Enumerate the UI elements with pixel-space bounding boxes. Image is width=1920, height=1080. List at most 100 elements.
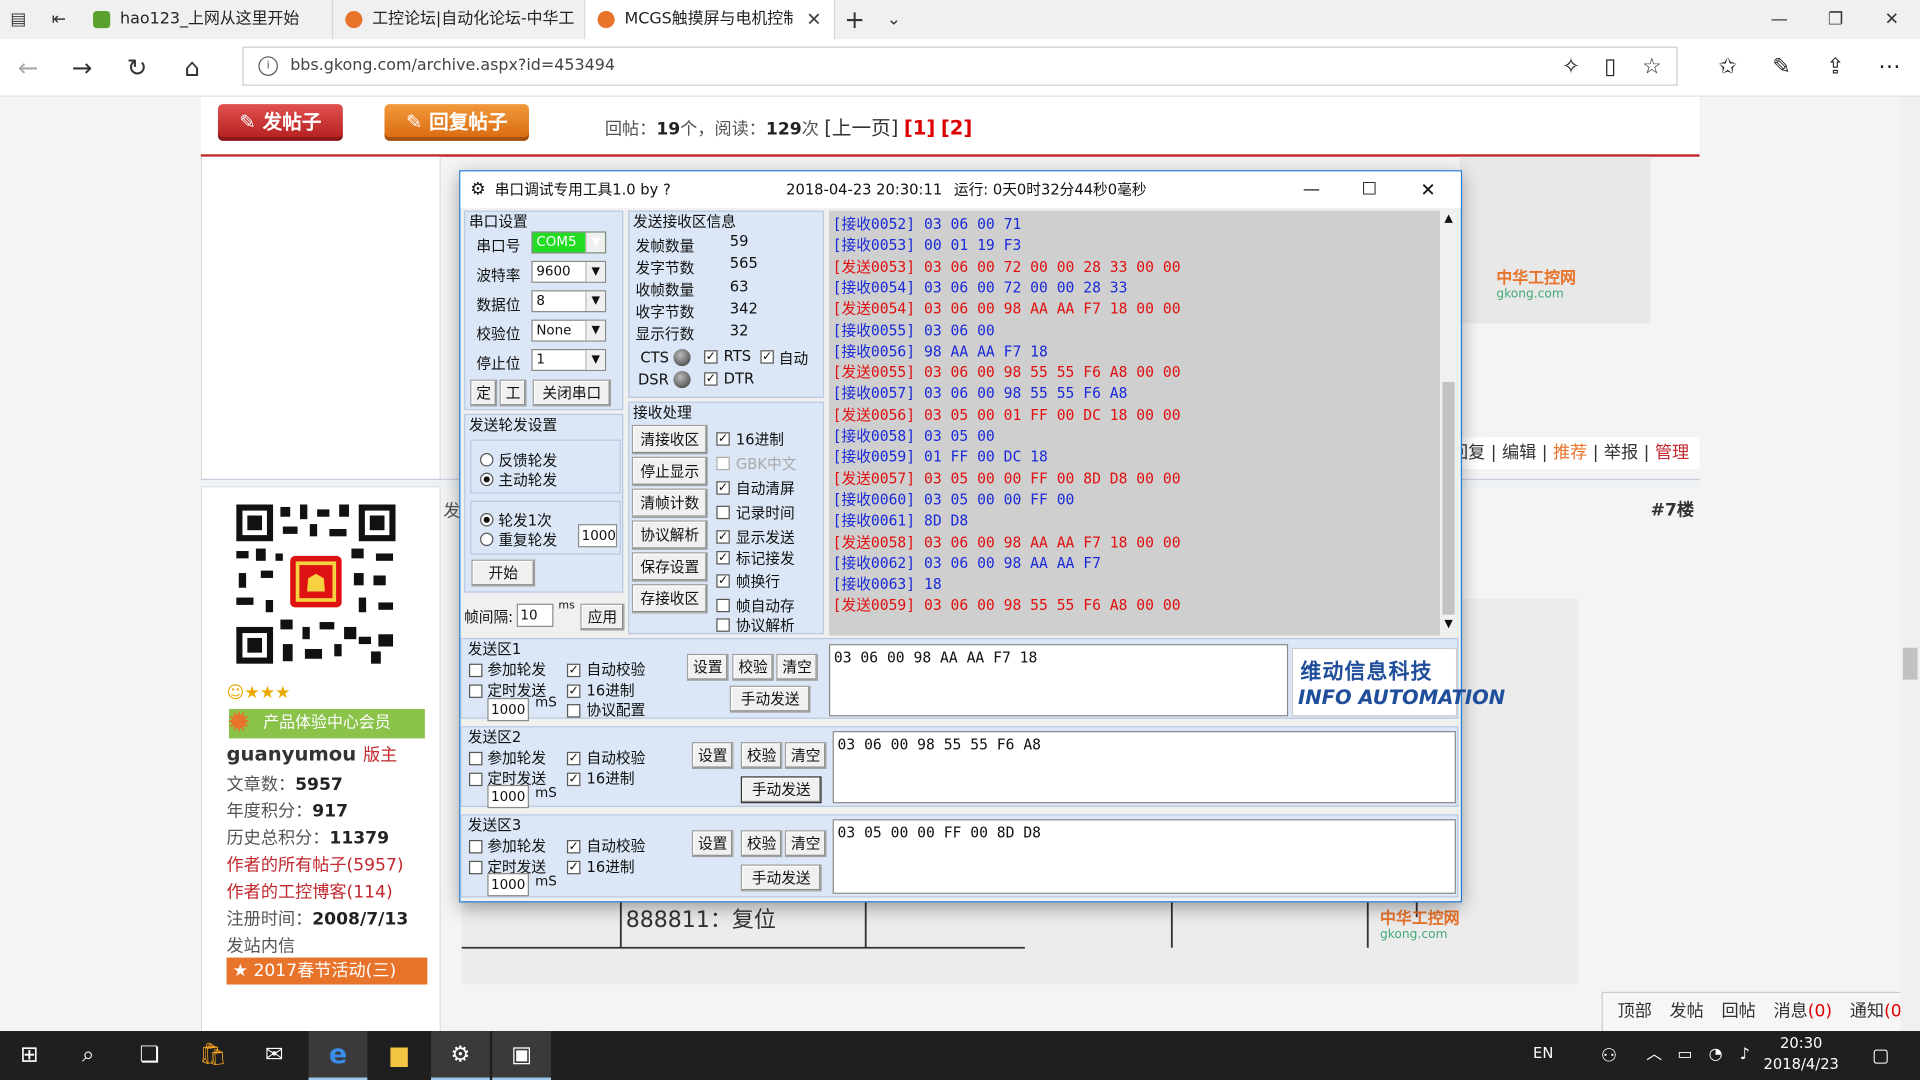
protocol-parse-button[interactable]: 协议解析: [631, 520, 708, 550]
event-badge[interactable]: ★ 2017春节活动(三): [226, 957, 428, 985]
notification-center-icon[interactable]: ▢: [1851, 1031, 1910, 1080]
hex-checkbox[interactable]: ✓: [716, 432, 730, 446]
web-note-icon[interactable]: ✎: [1763, 49, 1800, 86]
close-tab-icon[interactable]: ✕: [806, 0, 821, 39]
auto-check-checkbox[interactable]: ✓: [566, 751, 581, 766]
chevron-up-icon[interactable]: ︿: [1636, 1031, 1673, 1080]
timed-send-checkbox[interactable]: [468, 860, 483, 875]
save-settings-button[interactable]: 保存设置: [631, 552, 708, 582]
scroll-thumb[interactable]: [1902, 647, 1918, 680]
auto-check-checkbox[interactable]: ✓: [566, 840, 581, 854]
clear-receive-button[interactable]: 清接收区: [631, 424, 708, 455]
wifi-icon[interactable]: ◔: [1700, 1031, 1732, 1080]
back-icon[interactable]: ←: [10, 49, 47, 86]
top-link[interactable]: 顶部: [1618, 1002, 1652, 1022]
stop-display-button[interactable]: 停止显示: [631, 456, 708, 487]
join-poll-checkbox[interactable]: [468, 840, 483, 854]
manual-send-button[interactable]: 手动发送: [740, 776, 822, 804]
manual-send-button[interactable]: 手动发送: [740, 864, 822, 892]
tab-hao123[interactable]: hao123_上网从这里开始: [81, 0, 334, 40]
scroll-thumb[interactable]: [1442, 382, 1455, 615]
work-button[interactable]: 工: [499, 379, 527, 407]
report-link[interactable]: 举报: [1604, 443, 1638, 463]
volume-icon[interactable]: ♪: [1729, 1031, 1761, 1080]
show-send-checkbox[interactable]: ✓: [716, 530, 730, 544]
notice-link[interactable]: 通知(0): [1850, 1002, 1901, 1022]
scroll-down-icon[interactable]: ▼: [1441, 618, 1456, 630]
minimize-icon[interactable]: —: [1303, 171, 1320, 208]
port-select[interactable]: COM5 ▼: [531, 231, 607, 254]
reply-post-button[interactable]: ✎ 回复帖子: [384, 104, 529, 141]
timed-send-checkbox[interactable]: [468, 684, 483, 698]
author-name[interactable]: guanyumou 版主: [227, 742, 398, 766]
clear-frame-count-button[interactable]: 清帧计数: [631, 488, 708, 518]
frame-interval-input[interactable]: 10: [516, 603, 554, 627]
maximize-icon[interactable]: ☐: [1362, 171, 1377, 208]
windows-start-icon[interactable]: ⊞: [0, 1031, 59, 1080]
favorite-star-icon[interactable]: ☆: [1633, 49, 1670, 86]
repeat-count-input[interactable]: 1000: [577, 524, 618, 548]
info-icon[interactable]: i: [258, 56, 278, 76]
post-link[interactable]: 发帖: [1670, 1002, 1704, 1022]
frame-newline-checkbox[interactable]: ✓: [716, 574, 730, 588]
auto-clear-checkbox[interactable]: ✓: [716, 481, 730, 495]
home-icon[interactable]: ⌂: [174, 49, 211, 86]
close-icon[interactable]: ✕: [1420, 171, 1435, 208]
tab-preview-icon[interactable]: ▤: [0, 0, 37, 39]
stopbits-select[interactable]: 1 ▼: [531, 348, 607, 372]
poll-once-radio[interactable]: [480, 513, 494, 527]
clear-button[interactable]: 清空: [776, 653, 818, 681]
share-icon[interactable]: ⇪: [1817, 49, 1854, 86]
send-message-link[interactable]: 发站内信: [227, 933, 296, 957]
hex-checkbox[interactable]: ✓: [566, 860, 581, 875]
serial-tool-taskbar-icon[interactable]: ⚙: [431, 1031, 490, 1080]
author-posts-link[interactable]: 作者的所有帖子(5957): [227, 852, 404, 876]
page-scrollbar[interactable]: [1900, 96, 1920, 1032]
check-button[interactable]: 校验: [732, 653, 774, 681]
search-icon[interactable]: ⌕: [59, 1031, 118, 1080]
close-window-icon[interactable]: ✕: [1864, 0, 1920, 39]
parity-select[interactable]: None ▼: [531, 319, 607, 342]
clear-button[interactable]: 清空: [784, 742, 827, 769]
restore-icon[interactable]: ❐: [1807, 0, 1863, 39]
prev-page-link[interactable]: [上一页]: [824, 116, 898, 139]
edge-icon[interactable]: e: [308, 1031, 368, 1080]
battery-icon[interactable]: ▭: [1670, 1031, 1699, 1080]
protocol-config-checkbox[interactable]: [566, 704, 581, 718]
clear-button[interactable]: 清空: [784, 830, 827, 858]
auto-checkbox[interactable]: ✓: [760, 350, 774, 364]
manage-link[interactable]: 管理: [1655, 443, 1689, 463]
dtr-checkbox[interactable]: ✓: [704, 372, 718, 386]
recommend-link[interactable]: 推荐: [1553, 443, 1587, 463]
hex-checkbox[interactable]: ✓: [566, 772, 581, 787]
save-receive-button[interactable]: 存接收区: [631, 584, 708, 614]
join-poll-checkbox[interactable]: [468, 663, 483, 678]
refresh-icon[interactable]: ↻: [119, 49, 156, 86]
extension-icon[interactable]: ✧: [1553, 49, 1590, 86]
tab-gkong-forum[interactable]: 工控论坛|自动化论坛-中华工: [333, 0, 586, 40]
messages-link[interactable]: 消息(0): [1774, 1002, 1833, 1022]
new-post-button[interactable]: ✎ 发帖子: [217, 104, 343, 141]
active-poll-radio[interactable]: [480, 472, 494, 487]
file-explorer-icon[interactable]: ▆: [370, 1031, 429, 1080]
receive-scrollbar[interactable]: ▲ ▼: [1440, 210, 1458, 636]
scroll-up-icon[interactable]: ▲: [1441, 213, 1456, 225]
frame-autosave-checkbox[interactable]: [716, 598, 730, 613]
tool-title-bar[interactable]: ⚙ 串口调试专用工具1.0 by ? 2018-04-23 20:30:11 运…: [460, 171, 1461, 209]
interval-input[interactable]: 1000: [487, 697, 529, 722]
poll-repeat-radio[interactable]: [480, 532, 494, 547]
page-2-link[interactable]: [2]: [941, 116, 973, 139]
set-aside-tabs-icon[interactable]: ⇤: [37, 0, 81, 39]
apply-button[interactable]: 应用: [580, 603, 625, 631]
edit-link[interactable]: 编辑: [1502, 443, 1536, 463]
manual-send-button[interactable]: 手动发送: [729, 685, 811, 713]
check-button[interactable]: 校验: [740, 742, 783, 769]
auto-check-checkbox[interactable]: ✓: [566, 663, 581, 678]
interval-input[interactable]: 1000: [487, 873, 529, 897]
check-button[interactable]: 校验: [740, 830, 783, 858]
clock[interactable]: 20:30 2018/4/23: [1763, 1033, 1839, 1075]
task-view-icon[interactable]: ❏: [120, 1031, 179, 1080]
url-field[interactable]: i bbs.gkong.com/archive.aspx?id=453494: [242, 46, 1678, 86]
settings-button[interactable]: 设置: [691, 742, 734, 769]
start-button[interactable]: 开始: [471, 559, 536, 587]
